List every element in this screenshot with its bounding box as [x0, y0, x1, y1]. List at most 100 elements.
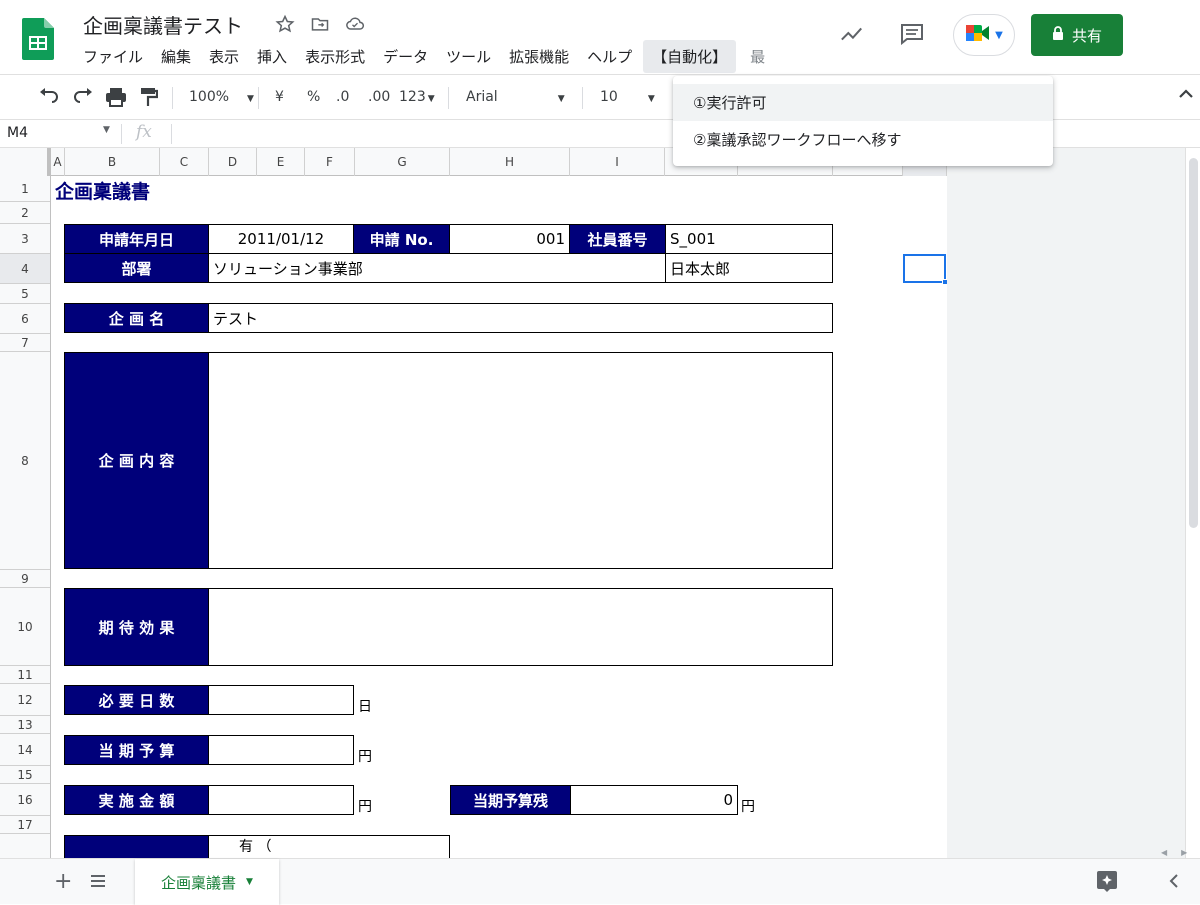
- chevron-down-icon: ▼: [557, 94, 565, 104]
- lock-icon: [1052, 26, 1064, 44]
- row-header[interactable]: [0, 834, 50, 858]
- row-header[interactable]: 17: [0, 816, 50, 834]
- caret-down-icon[interactable]: ▼: [246, 877, 253, 887]
- row-header[interactable]: 13: [0, 716, 50, 734]
- menu-tools[interactable]: ツール: [437, 40, 500, 73]
- column-header[interactable]: G: [355, 148, 450, 176]
- employee-no-label: 社員番号: [569, 224, 666, 254]
- decrease-decimal-button[interactable]: .0: [336, 89, 349, 105]
- current-budget-cell[interactable]: [208, 735, 354, 765]
- font-value: Arial: [466, 89, 498, 105]
- vertical-scrollbar[interactable]: [1185, 148, 1200, 858]
- row-header[interactable]: 15: [0, 766, 50, 784]
- paint-format-icon[interactable]: [140, 87, 159, 111]
- selected-cell-m4[interactable]: [903, 254, 946, 283]
- menu-file[interactable]: ファイル: [74, 40, 152, 73]
- apply-no-cell[interactable]: 001: [449, 224, 570, 254]
- activity-trend-icon[interactable]: [840, 22, 864, 46]
- star-icon[interactable]: [273, 12, 297, 36]
- print-icon[interactable]: [105, 87, 127, 111]
- menu-edit[interactable]: 編集: [152, 40, 200, 73]
- sheets-logo-icon[interactable]: [22, 18, 54, 60]
- scroll-left-icon[interactable]: ◀: [1161, 848, 1167, 857]
- menu-data[interactable]: データ: [374, 40, 437, 73]
- row-header[interactable]: 3: [0, 224, 50, 254]
- scroll-thumb[interactable]: [1189, 158, 1198, 528]
- fx-icon: fx: [136, 122, 152, 142]
- implementation-amount-cell[interactable]: [208, 785, 354, 815]
- row-header[interactable]: 5: [0, 284, 50, 304]
- column-header[interactable]: D: [209, 148, 257, 176]
- toolbar-divider: [258, 87, 259, 109]
- menu-insert[interactable]: 挿入: [248, 40, 296, 73]
- increase-decimal-button[interactable]: .00: [368, 89, 390, 105]
- zoom-select[interactable]: 100% ▼: [189, 89, 254, 105]
- font-select[interactable]: Arial ▼: [466, 89, 565, 105]
- required-days-cell[interactable]: [208, 685, 354, 715]
- menu-format[interactable]: 表示形式: [296, 40, 374, 73]
- redo-icon[interactable]: [72, 87, 94, 109]
- move-to-folder-icon[interactable]: [308, 12, 332, 36]
- column-header[interactable]: I: [570, 148, 665, 176]
- menu-view[interactable]: 表示: [200, 40, 248, 73]
- row-header[interactable]: 9: [0, 570, 50, 588]
- row-header[interactable]: 8: [0, 352, 50, 570]
- remaining-budget-label: 当期予算残: [450, 785, 571, 815]
- expected-effect-cell[interactable]: [208, 588, 833, 666]
- sheet-tab[interactable]: 企画稟議書 ▼: [135, 859, 279, 905]
- menu-help[interactable]: ヘルプ: [578, 40, 641, 73]
- comments-icon[interactable]: [900, 22, 924, 46]
- employee-no-cell[interactable]: S_001: [665, 224, 833, 254]
- row18-cell[interactable]: 有 （: [208, 835, 450, 858]
- collapse-toolbar-icon[interactable]: [1178, 87, 1194, 105]
- row-header[interactable]: 7: [0, 334, 50, 352]
- chevron-down-icon[interactable]: ▼: [103, 125, 110, 135]
- row-header[interactable]: 14: [0, 734, 50, 766]
- column-header[interactable]: E: [257, 148, 305, 176]
- column-header[interactable]: F: [305, 148, 355, 176]
- share-button[interactable]: 共有: [1031, 14, 1123, 56]
- row-header[interactable]: 12: [0, 684, 50, 716]
- side-panel-toggle-icon[interactable]: [1168, 873, 1180, 893]
- yen-unit: 円: [358, 799, 372, 815]
- column-header[interactable]: C: [160, 148, 209, 176]
- more-formats-select[interactable]: 123 ▼: [399, 89, 435, 105]
- horizontal-scroll-arrows[interactable]: ◀ ▶: [1155, 846, 1200, 858]
- scroll-right-icon[interactable]: ▶: [1181, 848, 1187, 857]
- row-header[interactable]: 2: [0, 202, 50, 224]
- all-sheets-icon[interactable]: [90, 873, 106, 892]
- select-all-corner[interactable]: [0, 148, 51, 176]
- menu-item-execute-permission[interactable]: ①実行許可: [673, 84, 1053, 121]
- name-cell[interactable]: 日本太郎: [665, 253, 833, 283]
- menu-item-move-to-workflow[interactable]: ②稟議承認ワークフローへ移す: [673, 121, 1053, 158]
- explore-icon[interactable]: [1096, 870, 1118, 896]
- remaining-budget-cell[interactable]: 0: [570, 785, 738, 815]
- percent-format-button[interactable]: %: [307, 89, 320, 105]
- department-cell[interactable]: ソリューション事業部: [208, 253, 666, 283]
- menu-automation[interactable]: 【自動化】: [643, 39, 737, 73]
- menu-last-edit[interactable]: 最: [736, 40, 774, 73]
- formula-divider: [171, 124, 172, 144]
- meet-button[interactable]: ▼: [953, 14, 1015, 56]
- undo-icon[interactable]: [38, 87, 60, 109]
- row-header[interactable]: 11: [0, 666, 50, 684]
- column-header[interactable]: B: [65, 148, 160, 176]
- column-header[interactable]: H: [450, 148, 570, 176]
- sheet-cells[interactable]: 企画稟議書 申請年月日 2011/01/12 申請 No. 001 社員番号 S…: [51, 176, 948, 858]
- font-size-select[interactable]: 10 ▼: [600, 89, 655, 105]
- row-header[interactable]: 6: [0, 304, 50, 334]
- row-header[interactable]: 1: [0, 176, 50, 202]
- apply-date-cell[interactable]: 2011/01/12: [208, 224, 354, 254]
- name-box[interactable]: M4: [7, 125, 28, 141]
- row-header[interactable]: 4: [0, 254, 50, 284]
- plan-content-cell[interactable]: [208, 352, 833, 569]
- cloud-saved-icon[interactable]: [343, 12, 367, 36]
- menu-extensions[interactable]: 拡張機能: [500, 40, 578, 73]
- currency-format-button[interactable]: ¥: [275, 89, 284, 105]
- add-sheet-icon[interactable]: +: [54, 869, 72, 894]
- row-header[interactable]: 10: [0, 588, 50, 666]
- document-title[interactable]: 企画稟議書テスト: [83, 10, 243, 39]
- plan-name-cell[interactable]: テスト: [208, 303, 833, 333]
- column-header[interactable]: A: [51, 148, 65, 176]
- row-header[interactable]: 16: [0, 784, 50, 816]
